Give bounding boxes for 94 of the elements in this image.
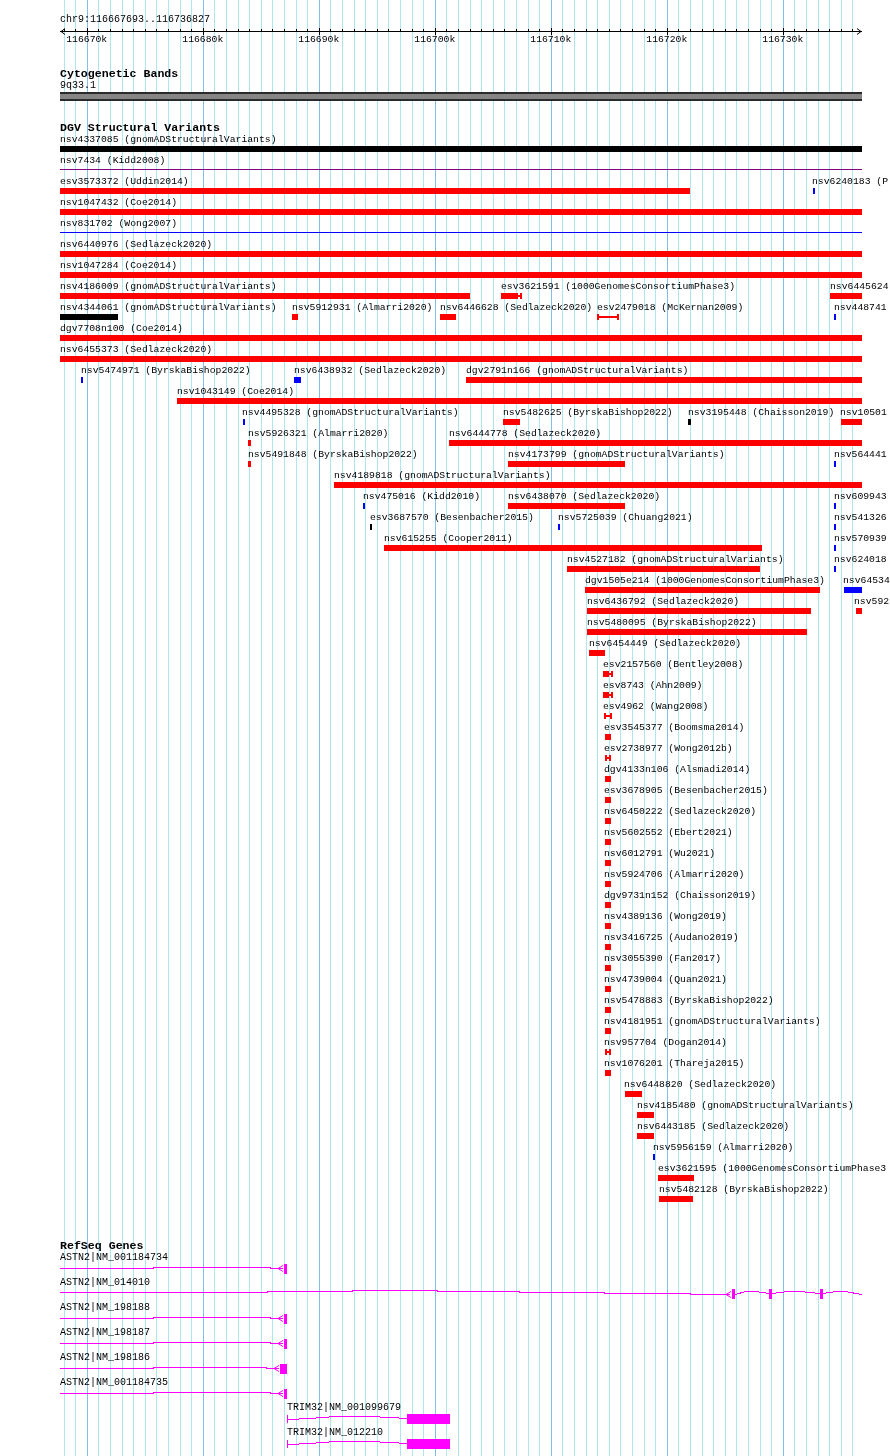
variant-label: nsv541326 — [834, 513, 887, 523]
variant-label: nsv4739004 (Quan2021) — [604, 975, 727, 985]
variant-label: nsv5926321 (Almarri2020) — [248, 429, 389, 439]
variant-label: nsv6455373 (Sedlazeck2020) — [60, 345, 213, 355]
variant-label: nsv6454449 (Sedlazeck2020) — [589, 639, 742, 649]
variant-label: nsv5482128 (ByrskaBishop2022) — [659, 1185, 829, 1195]
variant-label: nsv4495328 (gnomADStructuralVariants) — [242, 408, 459, 418]
variant-label: nsv5725039 (Chuang2021) — [558, 513, 693, 523]
variant-label: nsv6445624 — [830, 282, 889, 292]
variant-label: nsv4527182 (gnomADStructuralVariants) — [567, 555, 784, 565]
gene-label: ASTN2|NM_001184735 — [60, 1378, 169, 1388]
variant-label: esv8743 (Ahn2009) — [603, 681, 703, 691]
variant-label: nsv10501 — [840, 408, 887, 418]
variant-label: dgv7708n100 (Coe2014) — [60, 324, 183, 334]
variant-label: nsv615255 (Cooper2011) — [384, 534, 513, 544]
variant-label: nsv5474971 (ByrskaBishop2022) — [81, 366, 251, 376]
variant-label: nsv4185480 (gnomADStructuralVariants) — [637, 1101, 854, 1111]
variant-label: dgv1505e214 (1000GenomesConsortiumPhase3) — [585, 576, 825, 586]
variant-label: nsv609943 — [834, 492, 887, 502]
track-title: Cytogenetic Bands — [60, 69, 179, 79]
variant-label: nsv5602552 (Ebert2021) — [604, 828, 733, 838]
variant-label: nsv6440976 (Sedlazeck2020) — [60, 240, 213, 250]
variant-label: nsv6438932 (Sedlazeck2020) — [294, 366, 447, 376]
variant-label: dgv4133n106 (Alsmadi2014) — [604, 765, 751, 775]
ruler-tick-label: 116710k — [530, 35, 572, 45]
variant-label: nsv564441 — [834, 450, 887, 460]
variant-label: nsv6448820 (Sedlazeck2020) — [624, 1080, 777, 1090]
variant-label: nsv1076201 (Thareja2015) — [604, 1059, 745, 1069]
variant-label: nsv6450222 (Sedlazeck2020) — [604, 807, 757, 817]
gene-label: ASTN2|NM_198188 — [60, 1303, 150, 1313]
variant-label: nsv6443185 (Sedlazeck2020) — [637, 1122, 790, 1132]
variant-label: nsv1043149 (Coe2014) — [177, 387, 295, 397]
variant-label: nsv570939 — [834, 534, 887, 544]
variant-label: nsv5491848 (ByrskaBishop2022) — [248, 450, 418, 460]
variant-label: dgv9731n152 (Chaisson2019) — [604, 891, 757, 901]
variant-label: nsv3055390 (Fan2017) — [604, 954, 722, 964]
variant-label: nsv4337085 (gnomADStructuralVariants) — [60, 135, 277, 145]
variant-label: esv3621591 (1000GenomesConsortiumPhase3) — [501, 282, 736, 292]
variant-label: nsv5482625 (ByrskaBishop2022) — [503, 408, 673, 418]
variant-label: nsv592 — [854, 597, 890, 607]
gene-label: TRIM32|NM_001099679 — [287, 1403, 402, 1413]
variant-label: nsv1047284 (Coe2014) — [60, 261, 178, 271]
ruler-tick-label: 116680k — [182, 35, 224, 45]
variant-label: nsv3416725 (Audano2019) — [604, 933, 739, 943]
variant-label: esv3621595 (1000GenomesConsortiumPhase3 — [658, 1164, 887, 1174]
variant-label: esv2479018 (McKernan2009) — [597, 303, 744, 313]
variant-label: dgv2791n166 (gnomADStructuralVariants) — [466, 366, 689, 376]
variant-label: nsv6012791 (Wu2021) — [604, 849, 716, 859]
variant-label: nsv6446628 (Sedlazeck2020) — [440, 303, 593, 313]
variant-label: nsv5956159 (Almarri2020) — [653, 1143, 794, 1153]
variant-label: nsv448741 — [834, 303, 887, 313]
variant-label: nsv831702 (Wong2007) — [60, 219, 178, 229]
variant-label: nsv4344061 (gnomADStructuralVariants) — [60, 303, 277, 313]
variant-label: nsv624018 — [834, 555, 887, 565]
variant-label: esv3545377 (Boomsma2014) — [604, 723, 745, 733]
variant-label: esv3687570 (Besenbacher2015) — [370, 513, 534, 523]
track-title: RefSeq Genes — [60, 1241, 144, 1251]
variant-label: esv2157560 (Bentley2008) — [603, 660, 744, 670]
track-title: DGV Structural Variants — [60, 123, 221, 133]
gene-label: ASTN2|NM_198186 — [60, 1353, 150, 1363]
variant-label: nsv4181951 (gnomADStructuralVariants) — [604, 1017, 821, 1027]
variant-label: nsv64534 — [843, 576, 890, 586]
ruler-tick-label: 116670k — [66, 35, 108, 45]
variant-label: nsv4186009 (gnomADStructuralVariants) — [60, 282, 277, 292]
variant-label: nsv4389136 (Wong2019) — [604, 912, 727, 922]
variant-label: nsv6436792 (Sedlazeck2020) — [587, 597, 740, 607]
gene-label: ASTN2|NM_001184734 — [60, 1253, 169, 1263]
variant-label: nsv6240183 (P — [812, 177, 889, 187]
variant-label: nsv5478883 (ByrskaBishop2022) — [604, 996, 774, 1006]
band-label: 9q33.1 — [60, 81, 96, 91]
variant-label: nsv5912931 (Almarri2020) — [292, 303, 433, 313]
variant-label: nsv957704 (Dogan2014) — [604, 1038, 727, 1048]
variant-label: nsv6444778 (Sedlazeck2020) — [449, 429, 602, 439]
gene-label: ASTN2|NM_198187 — [60, 1328, 150, 1338]
variant-label: nsv4173799 (gnomADStructuralVariants) — [508, 450, 725, 460]
gene-label: TRIM32|NM_012210 — [287, 1428, 383, 1438]
variant-label: esv2738977 (Wong2012b) — [604, 744, 733, 754]
gene-label: ASTN2|NM_014010 — [60, 1278, 150, 1288]
variant-label: esv3678905 (Besenbacher2015) — [604, 786, 768, 796]
variant-label: nsv6438070 (Sedlazeck2020) — [508, 492, 661, 502]
variant-label: esv4962 (Wang2008) — [603, 702, 709, 712]
variant-label: nsv7434 (Kidd2008) — [60, 156, 166, 166]
region-coordinates: chr9:116667693..116736827 — [60, 15, 211, 25]
ruler-tick-label: 116700k — [414, 35, 456, 45]
variant-label: nsv475016 (Kidd2010) — [363, 492, 481, 502]
variant-label: nsv3195448 (Chaisson2019) — [688, 408, 835, 418]
ruler-tick-label: 116720k — [646, 35, 688, 45]
variant-label: nsv5924706 (Almarri2020) — [604, 870, 745, 880]
ruler-tick-label: 116690k — [298, 35, 340, 45]
ruler-tick-label: 116730k — [762, 35, 804, 45]
variant-label: nsv4189818 (gnomADStructuralVariants) — [334, 471, 551, 481]
variant-label: esv3573372 (Uddin2014) — [60, 177, 189, 187]
variant-label: nsv5480095 (ByrskaBishop2022) — [587, 618, 757, 628]
variant-label: nsv1047432 (Coe2014) — [60, 198, 178, 208]
